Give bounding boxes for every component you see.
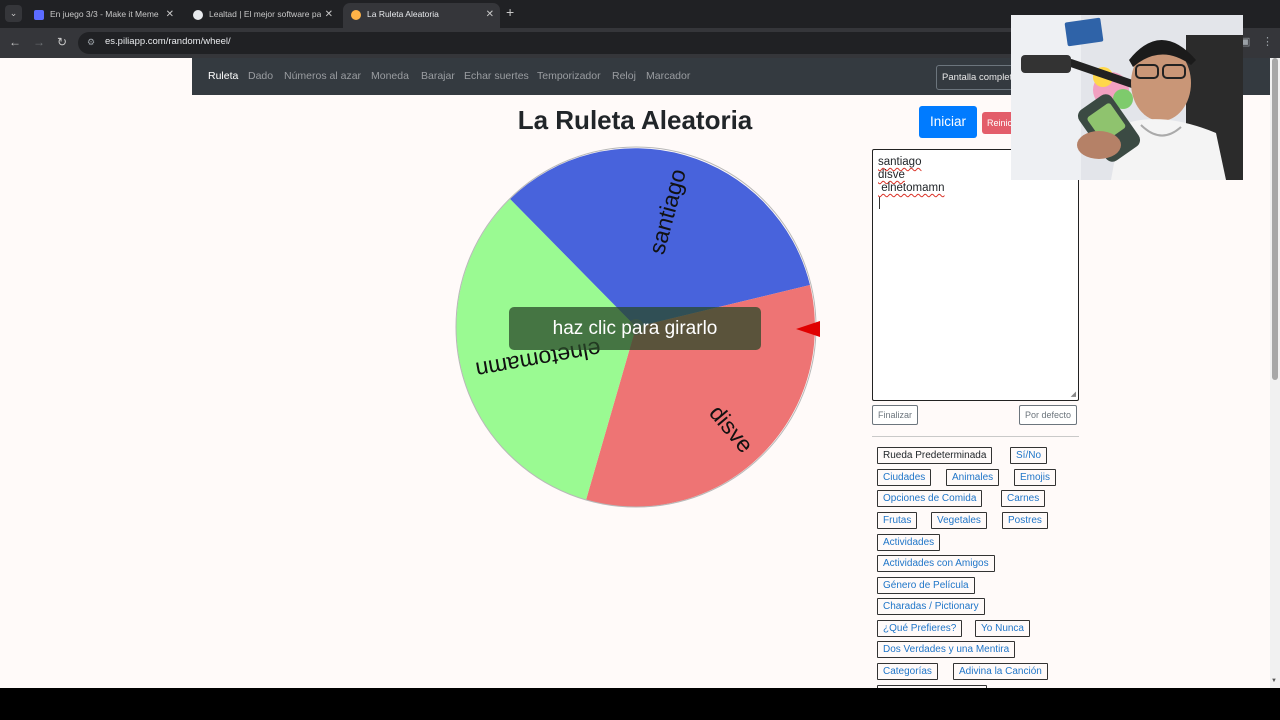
close-tab-icon[interactable]: ✕ xyxy=(486,3,494,26)
preset-rueda-predeterminada[interactable]: Rueda Predeterminada xyxy=(877,447,993,464)
text-caret xyxy=(879,197,880,209)
preset-vegetales[interactable]: Vegetales xyxy=(931,512,987,529)
preset-frutas[interactable]: Frutas xyxy=(877,512,918,529)
nav-item-numeros-al-azar[interactable]: Números al azar xyxy=(284,70,361,82)
page-scrollbar[interactable]: ▲ ▼ xyxy=(1270,58,1280,688)
preset-carnes[interactable]: Carnes xyxy=(1001,490,1046,507)
preset-adivina-la-cancion[interactable]: Adivina la Canción xyxy=(953,663,1048,680)
webcam-overlay xyxy=(1011,15,1243,180)
nav-item-dado[interactable]: Dado xyxy=(248,70,273,82)
nav-item-moneda[interactable]: Moneda xyxy=(371,70,409,82)
tab-search-button[interactable]: ⌄ xyxy=(5,5,22,22)
letterbox-bar xyxy=(0,688,1280,720)
preset-actividades[interactable]: Actividades xyxy=(877,534,941,551)
nav-item-marcador[interactable]: Marcador xyxy=(646,70,690,82)
divider xyxy=(872,436,1079,437)
new-tab-icon[interactable]: + xyxy=(506,4,514,20)
nav-item-barajar[interactable]: Barajar xyxy=(421,70,455,82)
finish-button[interactable]: Finalizar xyxy=(872,405,919,425)
tab-title: La Ruleta Aleatoria xyxy=(367,9,439,19)
page-title: La Ruleta Aleatoria xyxy=(517,105,753,135)
preset-ciudades[interactable]: Ciudades xyxy=(877,469,932,486)
preset-opciones-de-comida[interactable]: Opciones de Comida xyxy=(877,490,983,507)
preset-que-prefieres[interactable]: ¿Qué Prefieres? xyxy=(877,620,963,637)
spin-hint-overlay[interactable]: haz clic para girarlo xyxy=(509,307,761,350)
piliapp-favicon-icon xyxy=(351,10,361,20)
name-entry: elnetomamn xyxy=(878,182,945,194)
tab-title: Lealtad | El mejor software para xyxy=(209,9,321,19)
preset-actividades-con-amigos[interactable]: Actividades con Amigos xyxy=(877,555,995,572)
tab-lealtad[interactable]: Lealtad | El mejor software para ✕ xyxy=(185,3,339,28)
start-button[interactable]: Iniciar xyxy=(919,106,977,138)
preset-charadas-pictionary[interactable]: Charadas / Pictionary xyxy=(877,598,985,615)
tab-make-it-meme[interactable]: En juego 3/3 - Make it Meme ✕ xyxy=(26,3,180,28)
preset-animales[interactable]: Animales xyxy=(946,469,1000,486)
close-tab-icon[interactable]: ✕ xyxy=(166,3,174,26)
scroll-thumb[interactable] xyxy=(1272,58,1278,380)
preset-emojis[interactable]: Emojis xyxy=(1014,469,1057,486)
preset-dos-verdades-y-una-mentira[interactable]: Dos Verdades y una Mentira xyxy=(877,641,1016,658)
site-info-icon[interactable]: ⚙ xyxy=(87,37,98,48)
forward-arrow-icon[interactable]: → xyxy=(33,35,45,49)
nav-item-reloj[interactable]: Reloj xyxy=(612,70,636,82)
resize-handle-icon[interactable]: ◢ xyxy=(1071,390,1076,398)
wheel-pointer-icon xyxy=(796,321,820,337)
back-arrow-icon[interactable]: ← xyxy=(9,35,21,49)
preset-categorias[interactable]: Categorías xyxy=(877,663,938,680)
address-url: es.piliapp.com/random/wheel/ xyxy=(105,36,231,47)
menu-icon[interactable]: ⋮ xyxy=(1262,35,1273,48)
preset-si-no[interactable]: Sí/No xyxy=(1010,447,1048,464)
reload-icon[interactable]: ↻ xyxy=(57,35,67,49)
lealtad-favicon-icon xyxy=(193,10,203,20)
default-button[interactable]: Por defecto xyxy=(1019,405,1078,425)
nav-item-temporizador[interactable]: Temporizador xyxy=(537,70,601,82)
close-tab-icon[interactable]: ✕ xyxy=(325,3,333,26)
preset-postres[interactable]: Postres xyxy=(1002,512,1048,529)
nav-item-ruleta[interactable]: Ruleta xyxy=(208,70,238,82)
tab-la-ruleta-aleatoria[interactable]: La Ruleta Aleatoria ✕ xyxy=(343,3,500,28)
address-bar[interactable]: ⚙ es.piliapp.com/random/wheel/ xyxy=(78,32,1038,54)
names-textarea[interactable]: santiago disve elnetomamn ◢ xyxy=(872,149,1079,401)
scroll-down-icon[interactable]: ▼ xyxy=(1271,678,1277,684)
nav-item-echar-suertes[interactable]: Echar suertes xyxy=(464,70,529,82)
preset-genero-de-pelicula[interactable]: Género de Película xyxy=(877,577,975,594)
make-it-meme-favicon-icon xyxy=(34,10,44,20)
tab-title: En juego 3/3 - Make it Meme xyxy=(50,9,159,19)
preset-yo-nunca[interactable]: Yo Nunca xyxy=(975,620,1030,637)
